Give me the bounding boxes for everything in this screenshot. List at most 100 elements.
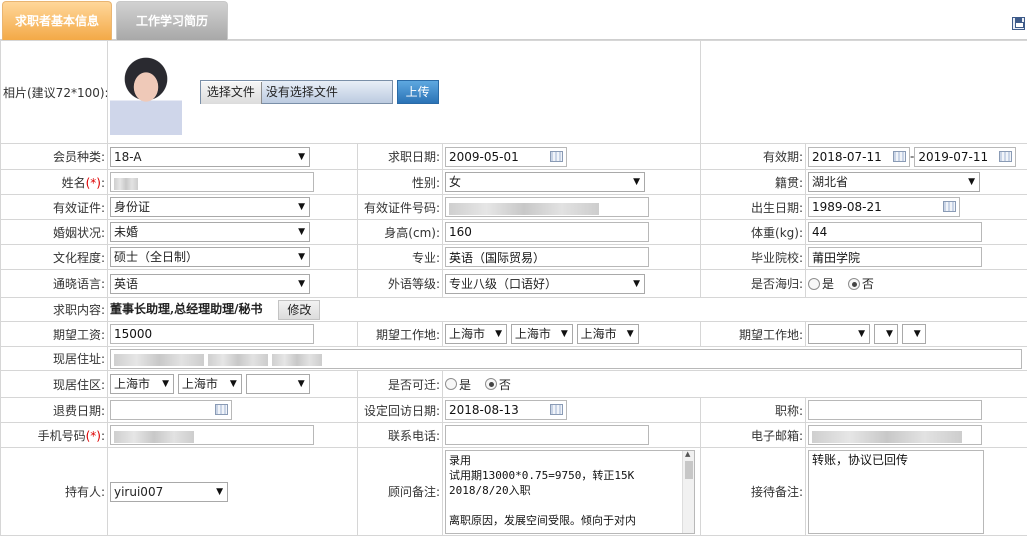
name-label: 姓名(*): [0, 169, 108, 195]
job-content-label: 求职内容: [0, 297, 108, 322]
phone-label: 联系电话: [357, 422, 443, 448]
email-label: 电子邮箱: [700, 422, 807, 448]
gender-label: 性别: [357, 169, 443, 195]
applicant-photo [110, 49, 182, 135]
birth-date-field[interactable] [808, 197, 961, 217]
language-level-label: 外语等级: [357, 269, 443, 298]
education-select[interactable]: 硕士（全日制） ▼ [110, 247, 310, 267]
work-place-label: 期望工作地: [357, 321, 443, 347]
valid-end-field[interactable] [914, 146, 1017, 167]
height-input[interactable] [445, 222, 649, 242]
birth-date-label: 出生日期: [700, 194, 807, 220]
mobile-input[interactable] [110, 425, 314, 445]
name-input[interactable] [110, 172, 314, 192]
returnee-label: 是否海归: [700, 269, 807, 298]
school-input[interactable] [808, 247, 983, 267]
returnee-yes-label: 是 [822, 277, 835, 291]
work-district-select[interactable]: 上海市 ▼ [576, 324, 639, 344]
work-province-2-select[interactable]: ▼ [808, 324, 871, 344]
edit-job-content-button[interactable]: 修改 [278, 299, 321, 320]
id-type-select[interactable]: 身份证 ▼ [110, 197, 310, 217]
holder-select[interactable]: yirui007 ▼ [110, 481, 228, 502]
calendar-icon[interactable] [215, 404, 228, 415]
education-label: 文化程度: [0, 244, 108, 270]
calendar-icon[interactable] [550, 404, 563, 415]
salary-label: 期望工资: [0, 321, 108, 347]
native-place-label: 籍贯: [700, 169, 807, 195]
consultant-note-textarea[interactable]: 录用 试用期13000*0.75=9750，转正15K 2018/8/20入职 … [445, 449, 695, 534]
language-select[interactable]: 英语 ▼ [110, 273, 310, 294]
valid-start-field[interactable] [808, 146, 911, 167]
job-date-input[interactable] [445, 146, 567, 167]
tab-work-study-resume[interactable]: 工作学习简历 [116, 1, 228, 40]
school-label: 毕业院校: [700, 244, 807, 270]
major-label: 专业: [357, 244, 443, 270]
calendar-icon[interactable] [550, 150, 563, 162]
reception-note-label: 接待备注: [700, 447, 807, 536]
refund-date-field[interactable] [110, 400, 232, 420]
file-picker[interactable]: 选择文件 没有选择文件 [199, 80, 393, 104]
refund-date-label: 退费日期: [0, 397, 108, 423]
language-level-select[interactable]: 专业八级（口语好） ▼ [445, 273, 645, 294]
district-city-select[interactable]: 上海市 ▼ [177, 374, 242, 394]
language-label: 通晓语言: [0, 269, 108, 298]
phone-input[interactable] [445, 425, 649, 445]
returnee-no-label: 否 [861, 277, 874, 291]
calendar-icon[interactable] [999, 150, 1013, 162]
consultant-note-wrapper: 录用 试用期13000*0.75=9750，转正15K 2018/8/20入职 … [445, 449, 695, 534]
district-province-select[interactable]: 上海市 ▼ [110, 374, 174, 394]
work-province-select[interactable]: 上海市 ▼ [445, 324, 507, 344]
returnee-no-radio[interactable] [847, 277, 860, 290]
photo-label: 相片(建议72*100): [0, 40, 108, 144]
email-input[interactable] [808, 425, 983, 445]
job-date-label: 求职日期: [357, 143, 443, 170]
marital-select[interactable]: 未婚 ▼ [110, 222, 310, 242]
salary-input[interactable] [110, 324, 314, 344]
job-title-input[interactable] [808, 400, 983, 420]
relocate-yes-radio[interactable] [445, 378, 457, 390]
calendar-icon[interactable] [893, 150, 907, 162]
work-place-2-label: 期望工作地: [700, 321, 807, 347]
major-input[interactable] [445, 247, 649, 267]
address-input[interactable] [110, 348, 1022, 369]
work-city-2-select[interactable]: ▼ [873, 324, 898, 344]
valid-period-label: 有效期: [700, 143, 807, 170]
job-date-field[interactable] [445, 146, 567, 167]
save-icon[interactable] [1012, 17, 1025, 30]
visit-date-input[interactable] [445, 400, 567, 420]
work-district-2-select[interactable]: ▼ [901, 324, 926, 344]
relocate-label: 是否可迁: [357, 370, 443, 398]
tab-basic-info[interactable]: 求职者基本信息 [2, 1, 112, 40]
marital-label: 婚姻状况: [0, 219, 108, 245]
file-status-text: 没有选择文件 [261, 81, 392, 103]
job-content-text: 董事长助理,总经理助理/秘书 [110, 302, 263, 316]
relocate-yes-label: 是 [459, 377, 472, 392]
weight-input[interactable] [808, 222, 983, 242]
member-type-label: 会员种类: [0, 143, 108, 170]
upload-button[interactable]: 上传 [396, 80, 439, 104]
work-city-select[interactable]: 上海市 ▼ [510, 324, 573, 344]
applicant-form: 相片(建议72*100): 选择文件 没有选择文件 上传 会员种类: 18-A ▼ … [0, 40, 1027, 536]
gender-select[interactable]: 女 ▼ [445, 172, 645, 192]
relocate-no-radio[interactable] [484, 378, 497, 390]
visit-date-label: 设定回访日期: [357, 397, 443, 423]
district-area-select[interactable]: ▼ [245, 374, 310, 394]
reception-note-textarea[interactable]: 转账，协议已回传 [808, 449, 985, 534]
address-label: 现居住址: [0, 346, 108, 371]
refund-date-input[interactable] [110, 400, 232, 420]
returnee-yes-radio[interactable] [808, 277, 821, 290]
weight-label: 体重(kg): [700, 219, 807, 245]
birth-date-input[interactable] [808, 197, 961, 217]
scrollbar[interactable] [682, 450, 694, 533]
calendar-icon[interactable] [943, 201, 957, 212]
visit-date-field[interactable] [445, 400, 567, 420]
job-title-label: 职称: [700, 397, 807, 423]
photo-cell: 选择文件 没有选择文件 上传 [106, 40, 702, 144]
member-type-select[interactable]: 18-A ▼ [110, 146, 310, 167]
id-number-input[interactable] [445, 197, 649, 217]
native-place-select[interactable]: 湖北省 ▼ [808, 172, 981, 192]
id-type-label: 有效证件: [0, 194, 108, 220]
mobile-label: 手机号码(*): [0, 422, 108, 448]
choose-file-button[interactable]: 选择文件 [200, 82, 262, 104]
holder-label: 持有人: [0, 447, 108, 536]
